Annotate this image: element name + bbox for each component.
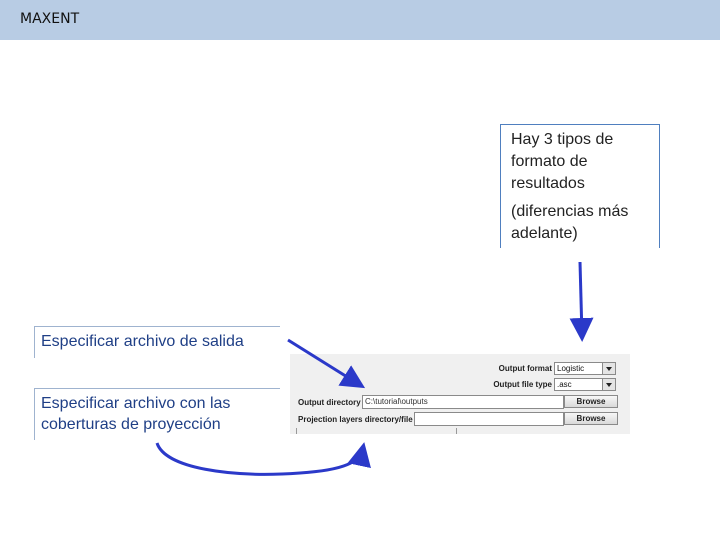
arrow-to-projection-layers (155, 442, 371, 476)
arrow-to-format-fields (569, 261, 594, 342)
arrow-to-output-directory (287, 338, 366, 389)
annotation-arrows (155, 261, 594, 476)
